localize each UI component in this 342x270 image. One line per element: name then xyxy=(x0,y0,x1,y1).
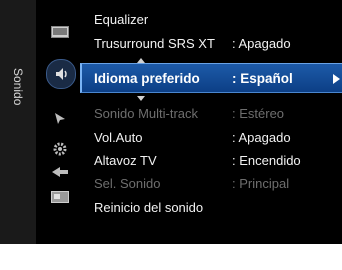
side-tab-label: Sonido xyxy=(11,68,25,106)
tv-osd-screen: Sonido Equalizer Trusurround SRS XT : Ap… xyxy=(0,0,342,270)
category-icon-column xyxy=(38,0,82,244)
menu-item-value: : Apagado xyxy=(232,36,291,51)
menu-item-label: Equalizer xyxy=(94,12,149,27)
application-icon[interactable] xyxy=(50,187,70,207)
input-icon[interactable] xyxy=(50,162,70,182)
side-tab: Sonido xyxy=(0,0,36,244)
menu-item-label: Reinicio del sonido xyxy=(94,200,204,215)
menu-item-value: : Apagado xyxy=(232,130,291,145)
menu-item-altavoz-tv[interactable]: Altavoz TV : Encendido xyxy=(86,149,342,173)
menu-item-sonido-multi-track: Sonido Multi-track : Estéreo xyxy=(86,102,342,126)
sound-menu: Equalizer Trusurround SRS XT : Apagado I… xyxy=(80,0,342,244)
chevron-right-icon xyxy=(333,74,340,84)
menu-item-label: Altavoz TV xyxy=(94,153,157,168)
channel-icon[interactable] xyxy=(50,108,70,128)
menu-item-value: : Encendido xyxy=(232,153,301,168)
menu-item-value: : Español xyxy=(232,71,293,86)
menu-item-label: Sonido Multi-track xyxy=(94,106,199,121)
menu-item-equalizer[interactable]: Equalizer xyxy=(86,8,342,32)
menu-item-sel-sonido: Sel. Sonido : Principal xyxy=(86,172,342,196)
menu-item-trusurround[interactable]: Trusurround SRS XT : Apagado xyxy=(86,32,342,56)
menu-item-value: : Principal xyxy=(232,176,290,191)
footer-area xyxy=(0,244,342,270)
menu-item-vol-auto[interactable]: Vol.Auto : Apagado xyxy=(86,126,342,150)
menu-item-label: Trusurround SRS XT xyxy=(94,36,215,51)
setup-icon[interactable] xyxy=(50,139,70,159)
menu-item-idioma-preferido[interactable]: Idioma preferido : Español xyxy=(80,63,342,93)
sound-icon[interactable] xyxy=(46,59,76,89)
menu-item-label: Sel. Sonido xyxy=(94,176,161,191)
menu-item-value: : Estéreo xyxy=(232,106,285,121)
menu-item-label: Vol.Auto xyxy=(94,130,143,145)
picture-icon[interactable] xyxy=(50,22,70,42)
menu-item-label: Idioma preferido xyxy=(94,71,200,86)
menu-item-reinicio-del-sonido[interactable]: Reinicio del sonido xyxy=(86,196,342,220)
